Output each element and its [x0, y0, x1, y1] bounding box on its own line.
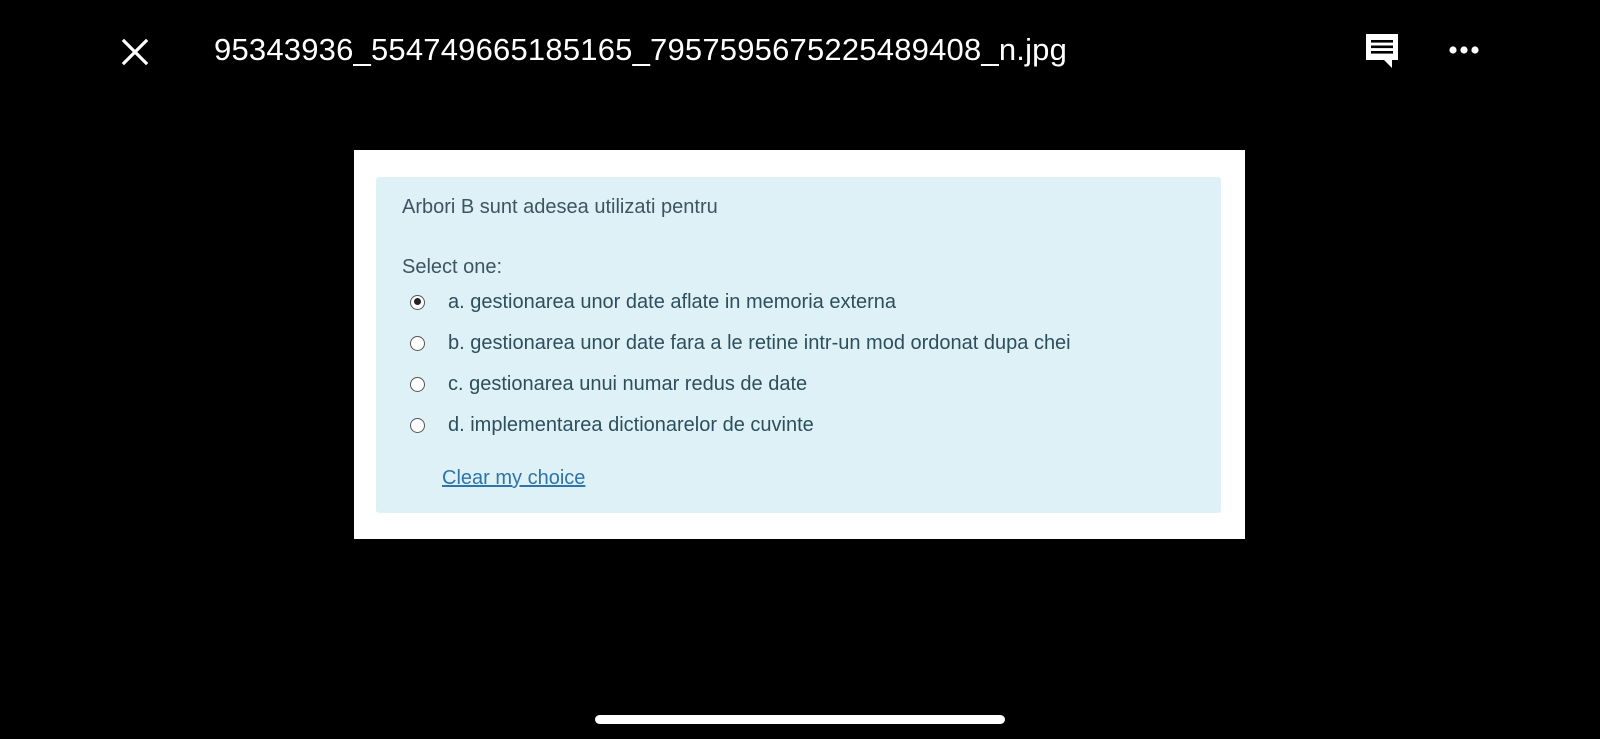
- quiz-question-box: Arbori B sunt adesea utilizati pentru Se…: [376, 177, 1221, 513]
- more-horizontal-icon: [1449, 46, 1479, 54]
- option-label: c. gestionarea unui numar redus de date: [448, 372, 808, 395]
- radio-button[interactable]: [410, 417, 425, 433]
- option-c[interactable]: c. gestionarea unui numar redus de date: [410, 369, 807, 399]
- option-label: b. gestionarea unor date fara a le retin…: [448, 331, 1071, 354]
- clear-choice-link[interactable]: Clear my choice: [442, 467, 585, 490]
- option-b[interactable]: b. gestionarea unor date fara a le retin…: [410, 328, 1071, 358]
- more-options-button[interactable]: [1444, 32, 1484, 68]
- displayed-image: Arbori B sunt adesea utilizati pentru Se…: [354, 150, 1245, 539]
- option-a[interactable]: a. gestionarea unor date aflate in memor…: [410, 287, 896, 317]
- file-name-title: 95343936_554749665185165_795759567522548…: [214, 32, 1068, 67]
- option-label: d. implementarea dictionarelor de cuvint…: [448, 413, 814, 436]
- close-button[interactable]: [115, 32, 155, 72]
- comment-button[interactable]: [1362, 30, 1402, 70]
- radio-button[interactable]: [410, 376, 425, 392]
- radio-button[interactable]: [410, 335, 425, 351]
- select-one-label: Select one:: [402, 256, 503, 278]
- image-viewer: 95343936_554749665185165_795759567522548…: [0, 0, 1600, 739]
- option-label: a. gestionarea unor date aflate in memor…: [448, 290, 897, 313]
- radio-button-selected[interactable]: [410, 294, 425, 310]
- option-d[interactable]: d. implementarea dictionarelor de cuvint…: [410, 410, 814, 440]
- viewer-top-bar: 95343936_554749665185165_795759567522548…: [0, 0, 1600, 100]
- close-icon: [121, 38, 149, 66]
- question-text: Arbori B sunt adesea utilizati pentru: [402, 196, 718, 218]
- comment-icon: [1366, 34, 1398, 68]
- home-indicator[interactable]: [595, 715, 1005, 724]
